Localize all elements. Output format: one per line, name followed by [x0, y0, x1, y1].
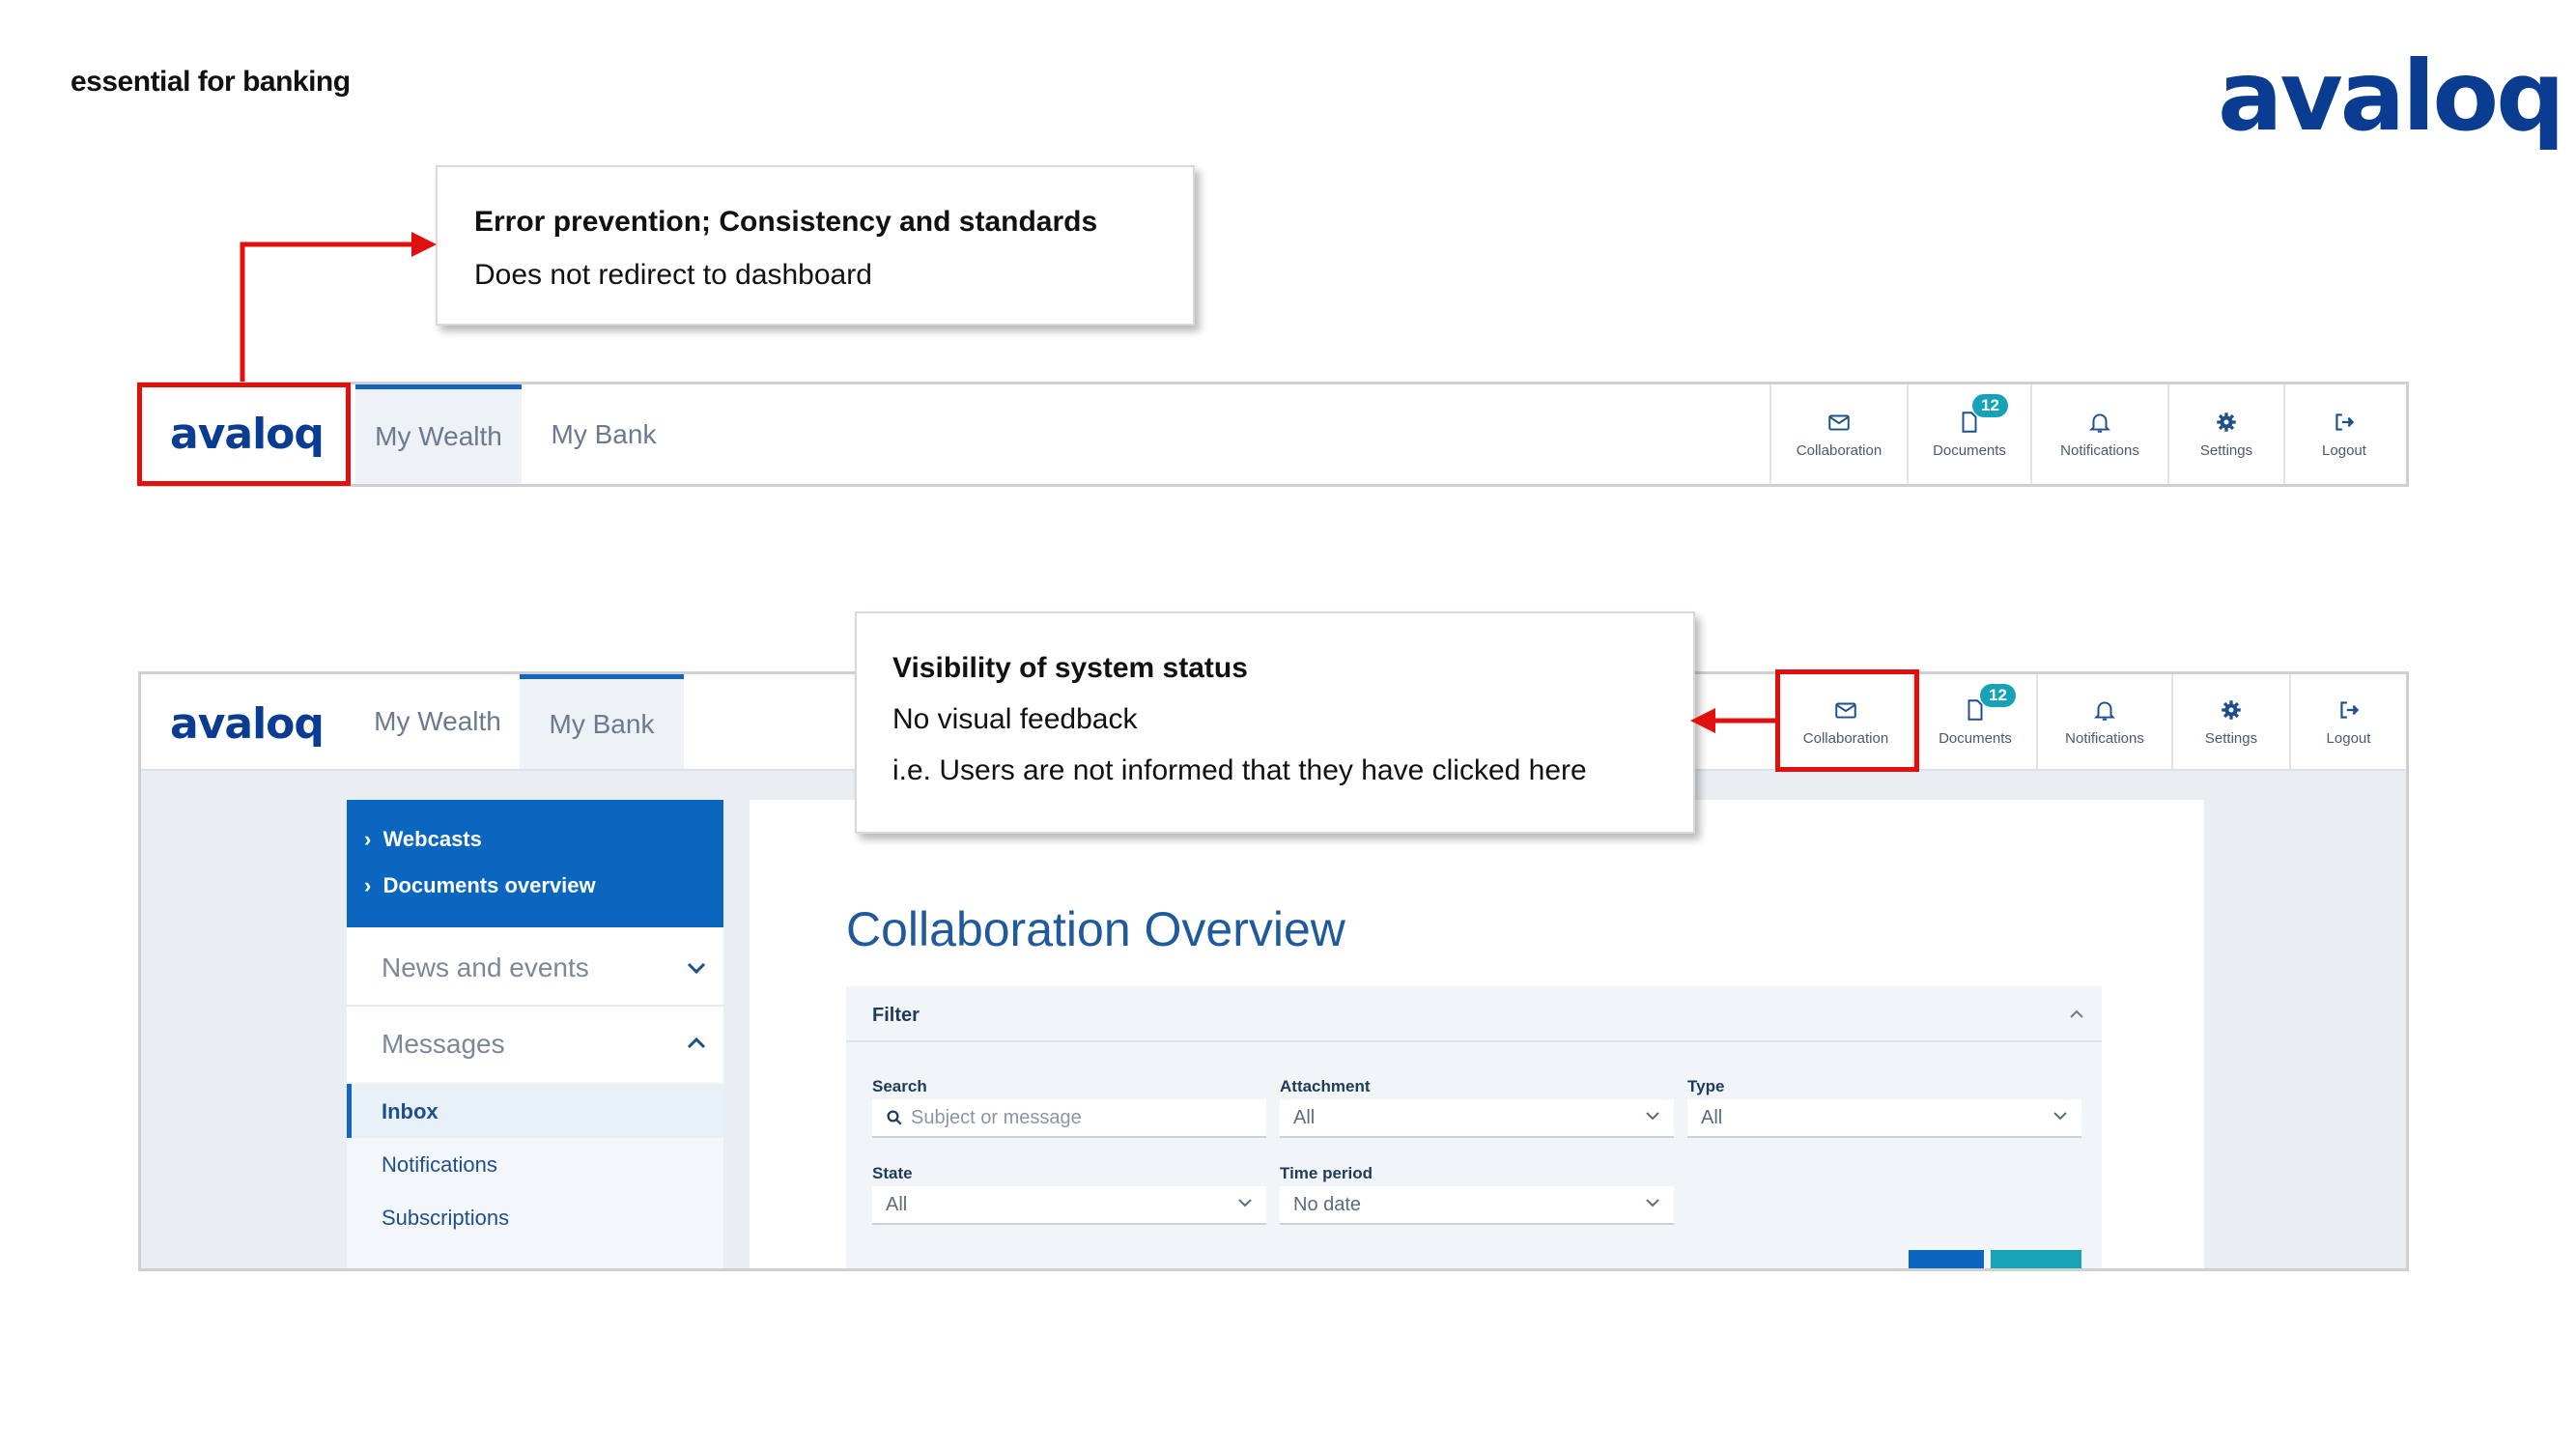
brand-logo: avaloq	[2218, 40, 2565, 153]
logout-icon	[2339, 700, 2359, 719]
type-value: All	[1701, 1106, 1723, 1128]
documents-badge: 12	[1980, 684, 2016, 707]
main-card: Collaboration Overview Filter Search Sub…	[750, 800, 2204, 1268]
nav-logout[interactable]: Logout	[2283, 384, 2403, 484]
connector-arrow	[1690, 708, 1777, 733]
time-period-label: Time period	[1280, 1164, 1373, 1182]
documents-badge: 12	[1972, 394, 2008, 417]
callout-text: i.e. Users are not informed that they ha…	[892, 754, 1587, 786]
gear-icon	[2217, 412, 2236, 432]
sidebar-top-links: › Webcasts › Documents overview	[347, 800, 723, 927]
chevron-right-icon: ›	[364, 827, 383, 851]
chevron-down-icon	[1646, 1112, 1659, 1121]
nav-label: Documents	[1939, 729, 2012, 747]
filter-heading: Filter	[872, 1005, 920, 1026]
chevron-up-icon[interactable]	[2069, 1009, 2084, 1019]
search-input[interactable]: Subject or message	[872, 1099, 1266, 1138]
chevron-down-icon	[687, 962, 706, 975]
sidebar-item-webcasts[interactable]: › Webcasts	[364, 827, 482, 852]
divider	[846, 1040, 2102, 1042]
nav-label: Collaboration	[1796, 442, 1882, 459]
app-header-bar: avaloq My Wealth My Bank Collaboration D…	[138, 382, 2409, 487]
nav-documents[interactable]: Documents 12	[1912, 674, 2036, 769]
sidebar-item-label: Documents overview	[382, 873, 596, 897]
nav-notifications[interactable]: Notifications	[2036, 674, 2171, 769]
sidebar-item-subscriptions[interactable]: Subscriptions	[382, 1206, 509, 1231]
chevron-down-icon	[1238, 1199, 1252, 1208]
attachment-value: All	[1293, 1106, 1316, 1128]
callout-title: Error prevention; Consistency and standa…	[474, 206, 1098, 238]
callout-text: Does not redirect to dashboard	[474, 259, 872, 291]
tab-my-bank[interactable]: My Bank	[520, 674, 684, 769]
nav-collaboration[interactable]: Collaboration	[1769, 384, 1907, 484]
callout-text: No visual feedback	[892, 703, 1138, 735]
type-label: Type	[1687, 1077, 1725, 1095]
state-value: All	[886, 1193, 908, 1215]
callout-title: Visibility of system status	[892, 652, 1248, 684]
nav-label: Notifications	[2060, 442, 2139, 459]
nav-settings[interactable]: Settings	[2167, 384, 2283, 484]
chevron-up-icon	[687, 1037, 706, 1049]
tab-my-wealth[interactable]: My Wealth	[355, 384, 522, 484]
tagline: essential for banking	[71, 66, 351, 98]
time-period-value: No date	[1293, 1193, 1362, 1215]
search-icon	[887, 1110, 902, 1125]
search-label: Search	[872, 1077, 927, 1095]
nav-settings[interactable]: Settings	[2171, 674, 2289, 769]
bell-icon	[2088, 413, 2111, 433]
envelope-icon	[1828, 414, 1850, 431]
sidebar-panel: News and events Messages Inbox Notificat…	[347, 927, 723, 1268]
home-logo-link[interactable]: avaloq	[170, 703, 325, 746]
nav-label: Notifications	[2065, 729, 2144, 747]
attachment-label: Attachment	[1280, 1077, 1371, 1095]
filter-button[interactable]	[1991, 1250, 2081, 1268]
chevron-down-icon	[2053, 1112, 2067, 1121]
search-placeholder: Subject or message	[911, 1106, 1082, 1128]
callout-visibility-status: Visibility of system status No visual fe…	[855, 611, 1695, 834]
divider	[347, 1005, 723, 1007]
nav-label: Documents	[1933, 442, 2006, 459]
accordion-news-and-events[interactable]: News and events	[382, 952, 589, 983]
sidebar-item-inbox[interactable]: Inbox	[382, 1099, 439, 1124]
state-select[interactable]: All	[872, 1186, 1266, 1225]
nav-label: Settings	[2199, 442, 2253, 459]
nav-logout[interactable]: Logout	[2289, 674, 2406, 769]
nav-documents[interactable]: Documents 12	[1907, 384, 2030, 484]
page-title: Collaboration Overview	[846, 902, 1345, 956]
tab-my-wealth[interactable]: My Wealth	[355, 674, 520, 769]
chevron-down-icon	[1646, 1199, 1659, 1208]
bell-icon	[2093, 700, 2116, 721]
reset-button[interactable]	[1909, 1250, 1984, 1268]
accordion-messages[interactable]: Messages	[382, 1029, 505, 1060]
collaboration-highlight-box	[1775, 669, 1919, 772]
state-label: State	[872, 1164, 913, 1182]
connector-arrow	[240, 232, 437, 386]
sidebar-item-documents-overview[interactable]: › Documents overview	[364, 873, 596, 898]
sidebar-item-notifications[interactable]: Notifications	[382, 1152, 497, 1178]
nav-label: Logout	[2326, 729, 2371, 747]
type-select[interactable]: All	[1687, 1099, 2081, 1138]
nav-label: Settings	[2204, 729, 2258, 747]
callout-error-prevention: Error prevention; Consistency and standa…	[436, 165, 1195, 326]
sidebar-item-label: Webcasts	[382, 827, 482, 851]
gear-icon	[2222, 699, 2241, 720]
chevron-right-icon: ›	[364, 873, 383, 897]
nav-notifications[interactable]: Notifications	[2030, 384, 2167, 484]
logo-highlight-box	[137, 383, 351, 486]
time-period-select[interactable]: No date	[1280, 1186, 1674, 1225]
filter-panel: Filter Search Subject or message Attachm…	[846, 986, 2102, 1268]
tab-my-bank[interactable]: My Bank	[522, 384, 686, 484]
logout-icon	[2335, 413, 2355, 431]
nav-label: Logout	[2322, 442, 2366, 459]
attachment-select[interactable]: All	[1280, 1099, 1674, 1138]
